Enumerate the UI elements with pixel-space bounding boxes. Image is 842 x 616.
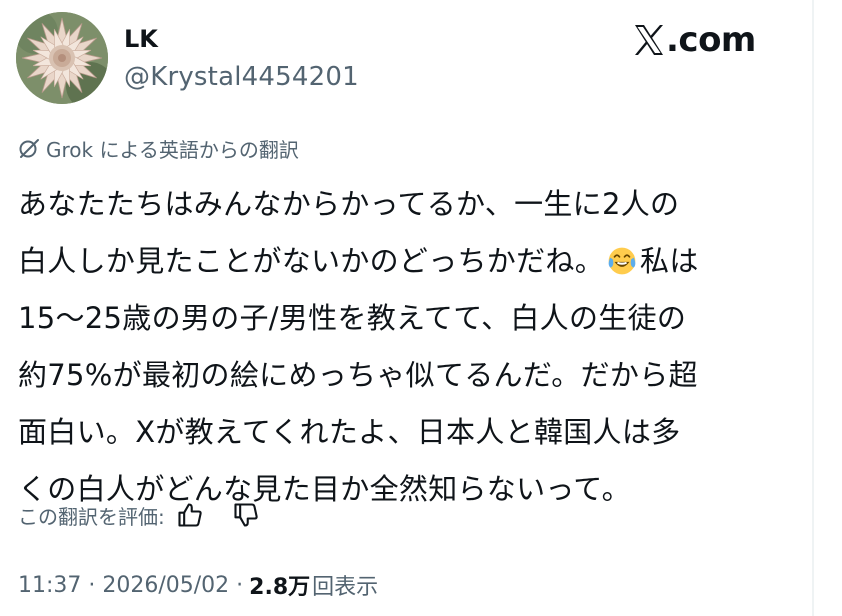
tweet-line: 白人しか見たことがないかのどっちかだね。 私は xyxy=(18,233,798,290)
rate-translation-row: この翻訳を評価: xyxy=(18,498,263,532)
tweet-line-text: 白人しか見たことがないかのどっちかだね。 xyxy=(18,244,605,278)
views-label: 回表示 xyxy=(312,575,379,600)
grok-icon xyxy=(19,139,39,158)
avatar[interactable] xyxy=(16,12,108,104)
tweet-timestamp[interactable]: 11:37 · 2026/05/02 · xyxy=(18,573,243,598)
face-with-tears-of-joy-emoji xyxy=(608,247,636,275)
tweet-line-text: 私は xyxy=(640,244,699,278)
thumbs-up-button[interactable] xyxy=(173,498,207,532)
tweet-line: 約75%が最初の絵にめっちゃ似てるんだ。だから超 xyxy=(18,358,698,392)
protea-flower-avatar-icon xyxy=(16,12,108,104)
translation-label: Grok による英語からの翻訳 xyxy=(18,134,299,162)
user-handle[interactable]: @Krystal4454201 xyxy=(124,60,359,94)
display-name[interactable]: LK xyxy=(124,24,158,54)
site-logo: .com xyxy=(634,20,756,60)
site-name: .com xyxy=(666,20,756,60)
translation-label-text: Grok による英語からの翻訳 xyxy=(46,137,299,162)
tweet-meta: 11:37 · 2026/05/02 · 2.8万 回表示 xyxy=(18,568,378,602)
views-count: 2.8万 xyxy=(249,575,311,600)
right-divider xyxy=(812,0,814,616)
tweet-line: あなたたちはみんなからかってるか、一生に2人の xyxy=(18,187,680,221)
tweet-line: 面白い。Xが教えてくれたよ、日本人と韓国人は多 xyxy=(18,415,681,449)
thumbs-down-icon xyxy=(234,503,258,527)
tweet-text: あなたたちはみんなからかってるか、一生に2人の 白人しか見たことがないかのどっち… xyxy=(18,176,798,518)
thumbs-up-icon xyxy=(178,503,202,527)
rate-translation-label: この翻訳を評価: xyxy=(18,504,165,529)
tweet-line: 15〜25歳の男の子/男性を教えてて、白人の生徒の xyxy=(18,301,687,335)
x-logo-icon xyxy=(635,25,663,55)
thumbs-down-button[interactable] xyxy=(229,498,263,532)
